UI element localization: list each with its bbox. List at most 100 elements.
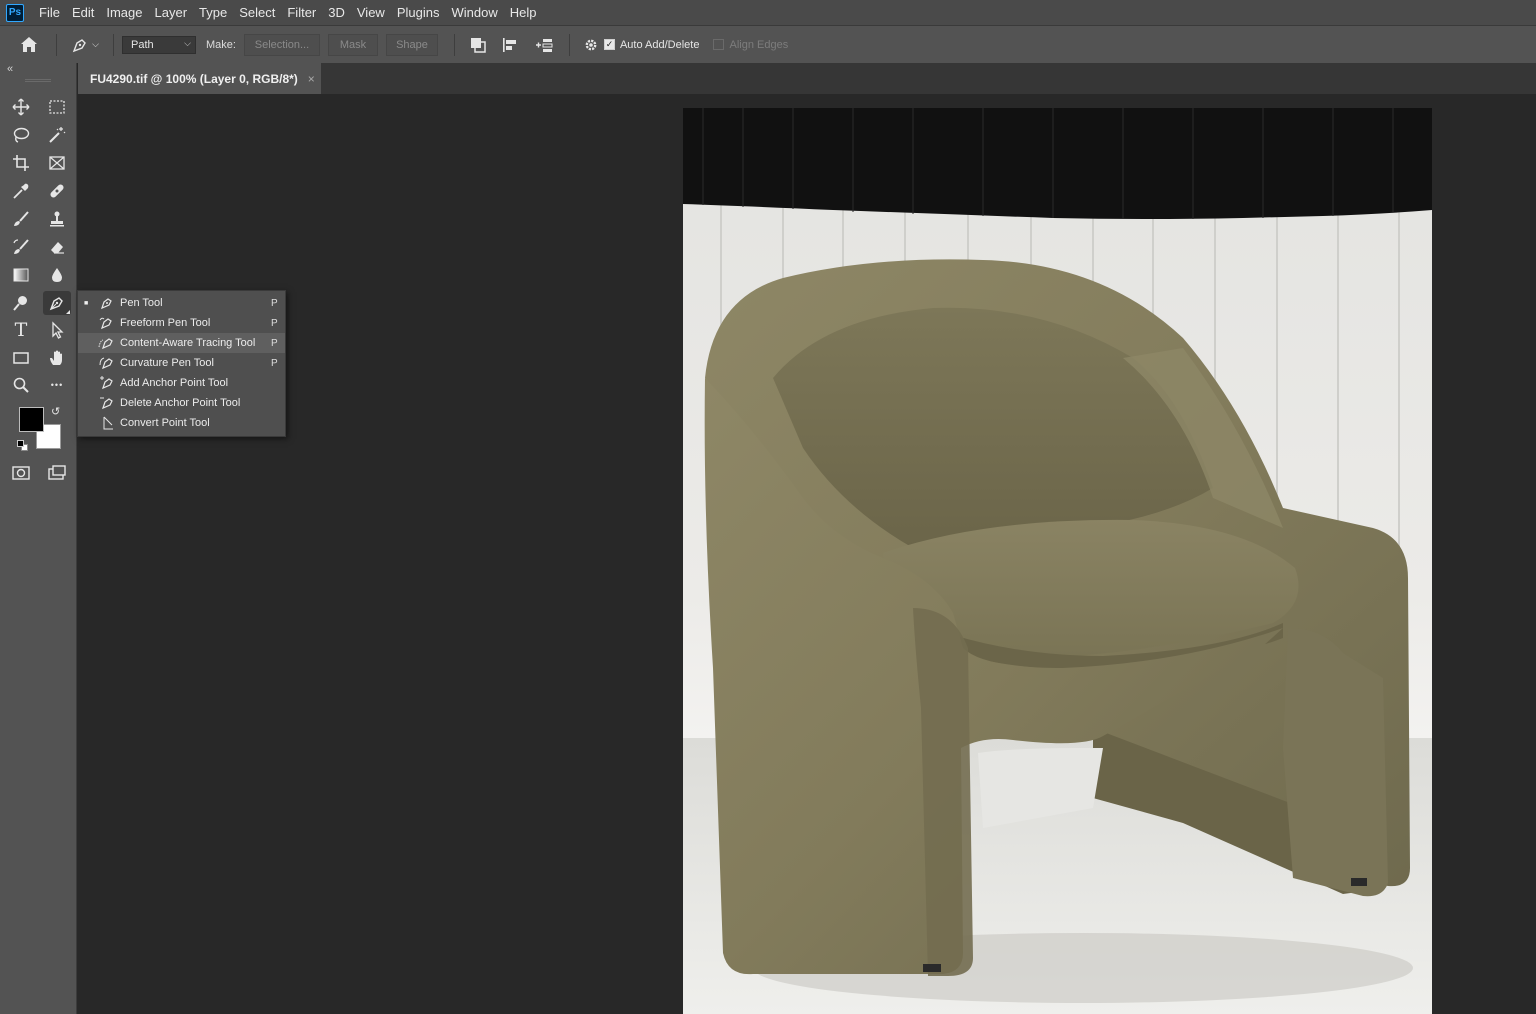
menu-select[interactable]: Select — [233, 0, 281, 25]
menu-help[interactable]: Help — [504, 0, 543, 25]
history-brush-tool[interactable] — [7, 235, 35, 259]
tool-preset-picker[interactable]: ⌵ — [65, 30, 105, 60]
delete-anchor-point-icon — [96, 393, 118, 413]
flyout-item-pen-tool[interactable]: ■ Pen Tool P — [78, 293, 285, 313]
menu-filter[interactable]: Filter — [281, 0, 322, 25]
arrow-icon — [52, 321, 64, 339]
swap-colors-icon[interactable]: ↺ — [51, 405, 60, 418]
current-tool-bullet: ■ — [84, 299, 89, 307]
auto-add-delete-label: Auto Add/Delete — [619, 38, 700, 51]
flyout-item-freeform-pen-tool[interactable]: Freeform Pen Tool P — [78, 313, 285, 333]
panel-grip[interactable] — [25, 79, 51, 82]
content-aware-tracing-icon — [96, 333, 118, 353]
chevron-down-icon: ⌵ — [184, 37, 191, 48]
flyout-item-label: Add Anchor Point Tool — [120, 377, 229, 389]
make-label: Make: — [206, 38, 236, 51]
brush-icon — [14, 211, 29, 226]
align-edges-label: Align Edges — [729, 38, 789, 51]
separator — [56, 33, 57, 56]
marquee-icon — [49, 100, 65, 114]
flyout-item-content-aware-tracing-tool[interactable]: Content-Aware Tracing Tool P — [78, 333, 285, 353]
align-edges-checkbox[interactable] — [713, 39, 725, 50]
document-tab-bar: FU4290.tif @ 100% (Layer 0, RGB/8*) × — [78, 63, 1536, 94]
default-colors-icon[interactable] — [17, 440, 28, 451]
gradient-tool[interactable] — [7, 263, 35, 287]
document-tab[interactable]: FU4290.tif @ 100% (Layer 0, RGB/8*) × — [78, 63, 321, 94]
flyout-item-convert-point-tool[interactable]: Convert Point Tool — [78, 413, 285, 433]
menu-type[interactable]: Type — [193, 0, 233, 25]
type-tool[interactable]: T — [7, 318, 35, 342]
eyedropper-tool[interactable] — [7, 179, 35, 203]
pen-mode-select[interactable]: Path ⌵ — [122, 35, 196, 54]
flyout-item-shortcut: P — [271, 297, 278, 309]
close-icon[interactable]: × — [308, 72, 315, 86]
menu-plugins[interactable]: Plugins — [391, 0, 446, 25]
brush-tool[interactable] — [7, 207, 35, 231]
curvature-pen-icon — [96, 353, 118, 373]
dodge-tool[interactable] — [7, 291, 35, 315]
move-icon — [12, 98, 30, 116]
menu-window[interactable]: Window — [445, 0, 503, 25]
menu-image[interactable]: Image — [100, 0, 148, 25]
gear-icon[interactable] — [578, 30, 604, 60]
rectangle-icon — [13, 352, 29, 364]
hand-icon — [50, 350, 62, 365]
frame-tool[interactable] — [43, 151, 71, 175]
rectangular-marquee-tool[interactable] — [43, 95, 71, 119]
menu-view[interactable]: View — [351, 0, 391, 25]
convert-point-icon — [96, 413, 118, 433]
crop-tool[interactable] — [7, 151, 35, 175]
screen-mode[interactable] — [43, 461, 71, 485]
flyout-item-label: Content-Aware Tracing Tool — [120, 337, 256, 349]
path-selection-tool[interactable] — [43, 318, 71, 342]
quick-mask-icon — [12, 466, 30, 480]
add-anchor-point-icon — [96, 373, 118, 393]
menu-layer[interactable]: Layer — [149, 0, 194, 25]
zoom-tool[interactable] — [7, 373, 35, 397]
clone-stamp-tool[interactable] — [43, 207, 71, 231]
drop-icon — [52, 268, 62, 282]
menu-file[interactable]: File — [33, 0, 66, 25]
document-image[interactable] — [683, 108, 1432, 1014]
foreground-color-swatch[interactable] — [19, 407, 44, 432]
flyout-item-curvature-pen-tool[interactable]: Curvature Pen Tool P — [78, 353, 285, 373]
menu-3d[interactable]: 3D — [322, 0, 351, 25]
collapse-panel-icon[interactable]: « — [7, 63, 13, 75]
chevron-down-icon: ⌵ — [92, 39, 99, 49]
path-alignment-icon[interactable] — [493, 30, 527, 60]
flyout-item-label: Delete Anchor Point Tool — [120, 397, 241, 409]
magnifier-icon — [13, 377, 29, 393]
flyout-item-shortcut: P — [271, 337, 278, 349]
separator — [568, 33, 570, 56]
photoshop-logo: Ps — [6, 3, 24, 22]
path-arrangement-icon[interactable] — [527, 30, 561, 60]
pen-tool[interactable] — [43, 291, 71, 315]
lasso-tool[interactable] — [7, 123, 35, 147]
flyout-item-delete-anchor-point-tool[interactable]: Delete Anchor Point Tool — [78, 393, 285, 413]
auto-add-delete-checkbox[interactable]: ✓ — [603, 39, 615, 50]
path-operations-icon[interactable] — [463, 30, 493, 60]
quick-mask-mode[interactable] — [7, 461, 35, 485]
menu-bar: Ps File Edit Image Layer Type Select Fil… — [0, 0, 1536, 25]
blur-tool[interactable] — [43, 263, 71, 287]
document-tab-title: FU4290.tif @ 100% (Layer 0, RGB/8*) — [90, 71, 298, 86]
make-selection-button[interactable]: Selection... — [243, 33, 320, 56]
home-icon[interactable] — [10, 30, 48, 60]
subtool-indicator — [66, 310, 70, 314]
freeform-pen-icon — [96, 313, 118, 333]
make-shape-button[interactable]: Shape — [385, 33, 438, 56]
lasso-icon — [13, 127, 30, 143]
flyout-item-shortcut: P — [271, 317, 278, 329]
menu-edit[interactable]: Edit — [66, 0, 100, 25]
flyout-item-add-anchor-point-tool[interactable]: Add Anchor Point Tool — [78, 373, 285, 393]
healing-brush-tool[interactable] — [43, 179, 71, 203]
rectangle-tool[interactable] — [7, 346, 35, 370]
more-tools[interactable]: ••• — [43, 373, 71, 397]
eraser-tool[interactable] — [43, 235, 71, 259]
magic-wand-tool[interactable] — [43, 123, 71, 147]
hand-tool[interactable] — [43, 346, 71, 370]
flyout-item-label: Convert Point Tool — [120, 417, 210, 429]
flyout-item-label: Curvature Pen Tool — [120, 357, 214, 369]
move-tool[interactable] — [7, 95, 35, 119]
make-mask-button[interactable]: Mask — [327, 33, 378, 56]
